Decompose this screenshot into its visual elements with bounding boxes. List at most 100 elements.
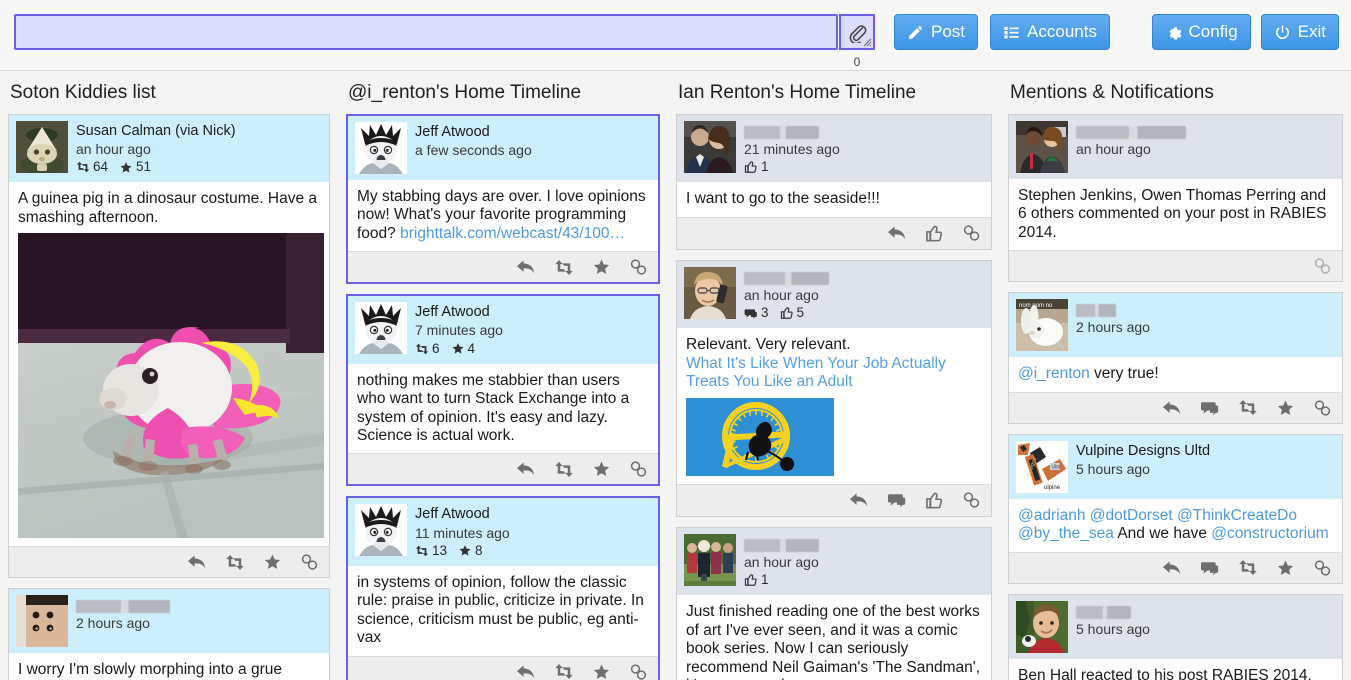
exit-button[interactable]: Exit [1260, 14, 1339, 50]
link-icon [630, 461, 647, 478]
like-button[interactable] [925, 224, 944, 243]
mention-handle-link[interactable]: @by_the_sea [1018, 525, 1114, 542]
link-button[interactable] [1313, 399, 1332, 417]
link-button[interactable] [1313, 559, 1332, 577]
config-button[interactable]: Config [1151, 14, 1251, 50]
column-soton-kiddies-list[interactable]: Soton Kiddies list Susan Calman (via Nic… [0, 71, 338, 680]
post-text: Relevant. Very relevant. What It's Like … [677, 328, 991, 484]
tweet-card[interactable]: Jeff Atwood 11 minutes ago 13 8 in syste… [346, 496, 660, 680]
link-button[interactable] [962, 224, 981, 242]
reply-button[interactable] [516, 460, 536, 478]
mention-card[interactable]: nom nom no 2 hours ago @i_renton very tr… [1008, 292, 1343, 424]
post-meta: 21 minutes ago 1 [744, 121, 840, 177]
crowd-avatar[interactable] [684, 533, 736, 586]
reply-button[interactable] [1162, 559, 1182, 577]
jeff-atwood-avatar[interactable] [355, 302, 407, 355]
shared-link-title[interactable]: What It's Like When Your Job Actually Tr… [686, 355, 946, 390]
favourite-button[interactable] [263, 553, 282, 571]
favourite-button[interactable] [1276, 559, 1295, 577]
jeff-atwood-avatar[interactable] [355, 504, 407, 557]
link-button[interactable] [629, 258, 648, 276]
column-i-renton-home-timeline[interactable]: @i_renton's Home Timeline Jeff Atwood a … [338, 71, 668, 680]
jeff-atwood-avatar[interactable] [355, 121, 407, 174]
favourite-button[interactable] [592, 258, 611, 276]
post-text: Just finished reading one of the best wo… [677, 595, 991, 680]
two-people-avatar[interactable] [1016, 120, 1068, 173]
reply-button[interactable] [849, 491, 869, 509]
comment-button[interactable] [887, 491, 907, 509]
power-icon [1275, 24, 1289, 39]
gnome-avatar[interactable] [16, 120, 68, 173]
tweet-link[interactable]: brighttalk.com/webcast/43/100… [400, 225, 625, 242]
tweet-card[interactable]: 2 hours ago I worry I'm slowly morphing … [8, 588, 330, 680]
favourite-count: 4 [467, 340, 476, 356]
favourite-button[interactable] [592, 460, 611, 478]
facebook-post-card[interactable]: 21 minutes ago 1 I want to go to the sea… [676, 113, 992, 250]
reply-button[interactable] [516, 258, 536, 276]
link-button[interactable] [1313, 257, 1332, 275]
retweet-button[interactable] [1238, 559, 1258, 576]
vulpine-avatar[interactable]: Designs Ultd ulpine [1016, 440, 1068, 493]
notification-card[interactable]: 5 hours ago Ben Hall reacted to his post… [1008, 593, 1343, 680]
couple-avatar[interactable] [684, 120, 736, 173]
mention-handle-link[interactable]: @constructorium [1211, 525, 1328, 542]
link-icon [301, 554, 318, 570]
link-button[interactable] [629, 663, 648, 680]
face-avatar[interactable] [16, 595, 68, 648]
tweet-actions [348, 251, 658, 283]
favourite-button[interactable] [592, 663, 611, 680]
young-man-avatar[interactable] [1016, 600, 1068, 653]
post-button[interactable]: Post [894, 14, 979, 50]
reply-button[interactable] [187, 553, 207, 571]
reply-icon [517, 462, 535, 476]
shared-link-image[interactable] [686, 397, 983, 476]
facebook-post-card[interactable]: an hour ago 3 5 Relevant. Very relevant.… [676, 259, 992, 517]
retweet-button[interactable] [225, 554, 245, 571]
comment-button[interactable] [1200, 399, 1220, 417]
favourite-button[interactable] [1276, 399, 1295, 417]
retweet-button[interactable] [554, 259, 574, 276]
tweet-header: 2 hours ago [9, 589, 329, 654]
author-name-redacted [744, 268, 829, 286]
reply-button[interactable] [887, 224, 907, 242]
link-button[interactable] [300, 553, 319, 571]
like-button[interactable] [925, 491, 944, 510]
link-button[interactable] [629, 460, 648, 478]
thumbs-up-icon [744, 161, 757, 174]
mention-handle-link[interactable]: @adrianh [1018, 507, 1085, 524]
mention-handle-link[interactable]: @ThinkCreateDo [1177, 507, 1297, 524]
tweet-card[interactable]: Susan Calman (via Nick) an hour ago 64 5… [8, 113, 330, 579]
mention-text-content: very true! [1089, 365, 1159, 383]
mention-card[interactable]: Designs Ultd ulpine Vulpine Designs Ultd… [1008, 433, 1343, 584]
paperclip-attach-button[interactable] [839, 14, 875, 50]
column-mentions-notifications[interactable]: Mentions & Notifications an hour ago Ste… [1000, 71, 1351, 680]
author-name-redacted [1076, 300, 1150, 318]
attached-image[interactable] [18, 233, 324, 539]
woman-phone-avatar[interactable] [684, 266, 736, 319]
post-actions [677, 483, 991, 516]
tweet-text-content: A guinea pig in a dinosaur costume. Have… [18, 190, 317, 226]
column-ian-renton-home-timeline[interactable]: Ian Renton's Home Timeline 21 minutes ag… [668, 71, 1000, 680]
notification-card[interactable]: an hour ago Stephen Jenkins, Owen Thomas… [1008, 113, 1343, 283]
facebook-post-card[interactable]: an hour ago 1 Just finished reading one … [676, 526, 992, 680]
tweet-card[interactable]: Jeff Atwood a few seconds ago My stabbin… [346, 113, 660, 285]
tweet-meta: 2 hours ago [76, 595, 170, 632]
accounts-button[interactable]: Accounts [990, 14, 1110, 50]
svg-text:ulpine: ulpine [1044, 485, 1061, 491]
comment-button[interactable] [1200, 559, 1220, 577]
tweet-card[interactable]: Jeff Atwood 7 minutes ago 6 4 nothing ma… [346, 294, 660, 487]
rabbit-avatar[interactable]: nom nom no [1016, 299, 1068, 352]
post-meta: an hour ago 3 5 [744, 267, 829, 323]
reply-icon [850, 493, 868, 507]
mention-handle-link[interactable]: @i_renton [1018, 365, 1090, 382]
retweet-button[interactable] [554, 461, 574, 478]
retweet-button[interactable] [554, 663, 574, 680]
compose-input[interactable] [14, 14, 838, 50]
reply-button[interactable] [516, 663, 536, 680]
retweet-button[interactable] [1238, 399, 1258, 416]
attach-area: 0 [838, 14, 876, 68]
reply-button[interactable] [1162, 399, 1182, 417]
mention-handle-link[interactable]: @dotDorset [1090, 507, 1173, 524]
accounts-label: Accounts [1027, 22, 1097, 41]
link-button[interactable] [962, 491, 981, 509]
